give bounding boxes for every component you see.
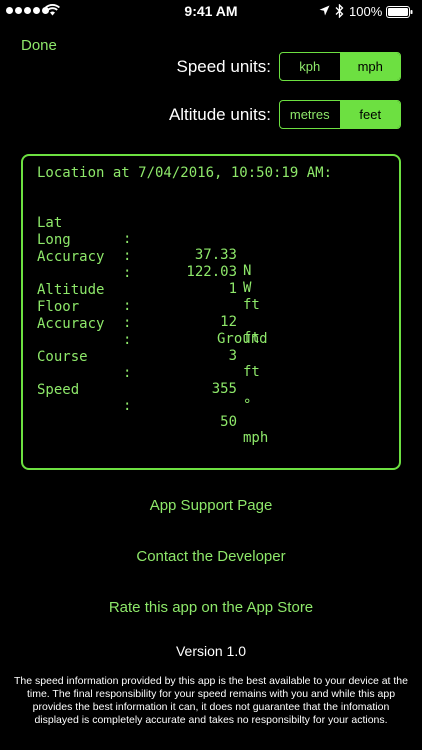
speed-units-control[interactable]: kph mph xyxy=(279,52,401,81)
battery-icon xyxy=(386,6,413,18)
done-button[interactable]: Done xyxy=(21,37,57,54)
version-label: Version 1.0 xyxy=(175,643,247,659)
readout-row-floor: Floor : Ground xyxy=(37,283,377,347)
speed-unit-mph[interactable]: mph xyxy=(339,53,400,80)
status-bar: 9:41 AM 100% xyxy=(0,0,422,24)
readout-colon: : xyxy=(123,248,132,264)
readout-colon: : xyxy=(123,398,132,414)
altitude-unit-feet[interactable]: feet xyxy=(339,101,400,128)
battery-percent: 100% xyxy=(349,4,383,19)
contact-developer-link[interactable]: Contact the Developer xyxy=(0,548,422,565)
readout-label: Accuracy xyxy=(37,316,105,332)
speed-unit-kph[interactable]: kph xyxy=(280,53,340,80)
app-support-link[interactable]: App Support Page xyxy=(0,497,422,514)
readout-title: Location at 7/04/2016, 10:50:19 AM: xyxy=(37,165,333,181)
altitude-units-control[interactable]: metres feet xyxy=(279,100,401,129)
readout-row-lat: Lat : 37.33 N xyxy=(37,199,377,279)
altitude-units-label: Altitude units: xyxy=(168,105,271,124)
location-readout-panel: Location at 7/04/2016, 10:50:19 AM: Lat … xyxy=(21,154,401,470)
readout-row-speed: Speed : 50 mph xyxy=(37,366,377,446)
readout-label: Speed xyxy=(37,382,80,398)
readout-row-accuracy-vertical: Accuracy : 3 ft xyxy=(37,300,377,380)
readout-value: 3 xyxy=(228,348,237,364)
readout-unit: ° xyxy=(243,397,252,413)
speed-units-label: Speed units: xyxy=(176,57,271,76)
readout-value: 355 xyxy=(211,381,237,397)
bluetooth-icon xyxy=(335,4,344,18)
readout-label: Accuracy xyxy=(37,249,105,265)
readout-row-course: Course : 355 ° xyxy=(37,333,377,413)
altitude-unit-metres[interactable]: metres xyxy=(280,101,340,128)
rate-app-link[interactable]: Rate this app on the App Store xyxy=(0,599,422,616)
readout-value: 50 xyxy=(220,414,237,430)
readout-label: Course xyxy=(37,349,88,365)
readout-row-accuracy-horizontal: Accuracy : 1 ft xyxy=(37,233,377,313)
disclaimer-text: The speed information provided by this a… xyxy=(14,675,408,726)
location-arrow-icon xyxy=(319,5,330,16)
readout-unit: mph xyxy=(243,430,269,446)
readout-colon: : xyxy=(123,315,132,331)
readout-row-altitude: Altitude : 12 ft xyxy=(37,266,377,346)
readout-row-long: Long : 122.03 W xyxy=(37,216,377,296)
